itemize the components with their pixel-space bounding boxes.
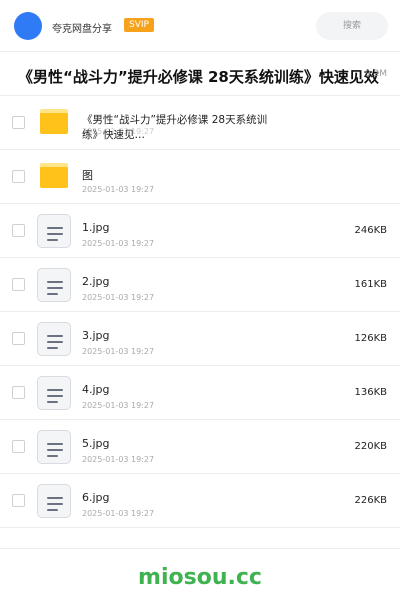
file-name: 1.jpg [82,221,110,234]
top-bar: 夸克网盘分享 SVIP 搜索 [0,0,400,52]
file-name: 《男性“战斗力”提升必修课 28天系统训练》快速见… [82,114,268,141]
file-date: 2025-01-03 19:27 [82,401,155,410]
file-name: 3.jpg [82,329,110,342]
file-date: 2025-01-03 19:27 [82,185,155,194]
file-date: 2025-01-03 19:27 [82,239,155,248]
row-checkbox[interactable] [12,386,25,399]
folder-icon [40,163,68,188]
file-name: 5.jpg [82,437,110,450]
file-name: 图 [82,169,93,182]
username: 夸克网盘分享 [52,24,112,35]
file-name: 4.jpg [82,383,110,396]
file-size: 220KB [354,441,387,452]
file-icon [37,484,71,518]
file-row[interactable]: 3.jpg 2025-01-03 19:27 126KB [0,312,400,366]
share-title: 《男性“战斗力”提升必修课 28天系统训练》快速见效 [18,68,379,86]
file-name: 2.jpg [82,275,110,288]
brand-watermark: miosou.cc [138,565,262,590]
file-size: 226KB [354,495,387,506]
file-row[interactable]: 4.jpg 2025-01-03 19:27 136KB [0,366,400,420]
file-date: 2025-01-03 19:27 [82,293,155,302]
file-row[interactable]: 6.jpg 2025-01-03 19:27 226KB [0,474,400,528]
file-icon [37,376,71,410]
file-row[interactable]: 图 2025-01-03 19:27 [0,150,400,204]
file-size: 126KB [354,333,387,344]
file-icon [37,322,71,356]
file-date: 2025-01-03 19:27 [82,347,155,356]
avatar[interactable] [14,12,42,40]
file-size: 136KB [354,387,387,398]
file-icon [37,268,71,302]
file-size: 246KB [354,225,387,236]
footer: miosou.cc [0,548,400,600]
row-checkbox[interactable] [12,440,25,453]
search-button[interactable]: 搜索 [316,12,388,40]
row-checkbox[interactable] [12,332,25,345]
share-title-bar: 《男性“战斗力”提升必修课 28天系统训练》快速见效 9.2M [0,52,400,96]
file-icon [37,214,71,248]
file-name: 6.jpg [82,491,110,504]
file-icon [37,430,71,464]
file-size: 161KB [354,279,387,290]
file-row[interactable]: 5.jpg 2025-01-03 19:27 220KB [0,420,400,474]
file-row[interactable]: 2025-01-03 19:27 《男性“战斗力”提升必修课 28天系统训练》快… [0,96,400,150]
file-date: 2025-01-03 19:27 [82,455,155,464]
row-checkbox[interactable] [12,116,25,129]
share-total-size: 9.2M [364,69,387,79]
file-date: 2025-01-03 19:27 [82,509,155,518]
file-row[interactable]: 2.jpg 2025-01-03 19:27 161KB [0,258,400,312]
row-checkbox[interactable] [12,494,25,507]
row-checkbox[interactable] [12,224,25,237]
row-checkbox[interactable] [12,170,25,183]
file-row[interactable]: 1.jpg 2025-01-03 19:27 246KB [0,204,400,258]
svip-badge: SVIP [124,18,154,32]
row-checkbox[interactable] [12,278,25,291]
file-list: 2025-01-03 19:27 《男性“战斗力”提升必修课 28天系统训练》快… [0,96,400,528]
folder-icon [40,109,68,134]
